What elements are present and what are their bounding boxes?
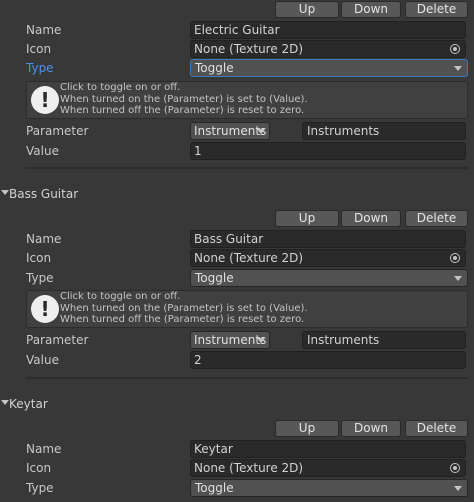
dropdown-caret-icon xyxy=(454,276,462,281)
exclamation-icon: ! xyxy=(31,86,59,114)
dropdown-caret-icon xyxy=(454,486,462,491)
move-down-button[interactable]: Down xyxy=(341,420,401,437)
control-1-icon-row: Icon None (Texture 2D) xyxy=(0,39,474,59)
control-1-name-row: Name Electric Guitar xyxy=(0,20,474,40)
type-dropdown-value: Toggle xyxy=(195,481,234,495)
exclamation-icon: ! xyxy=(31,295,59,323)
foldout-label[interactable]: Keytar xyxy=(9,396,48,412)
name-label: Name xyxy=(26,232,62,246)
object-picker-icon[interactable] xyxy=(450,253,460,263)
control-1-type-row: Type Toggle xyxy=(0,58,474,78)
type-dropdown[interactable]: Toggle xyxy=(190,479,468,497)
value-label: Value xyxy=(26,353,59,367)
parameter-popup[interactable]: Instruments xyxy=(190,331,270,349)
icon-object-field[interactable]: None (Texture 2D) xyxy=(190,459,466,477)
control-1-help-box: ! Click to toggle on or off. When turned… xyxy=(26,81,468,119)
icon-field-value: None (Texture 2D) xyxy=(194,251,304,265)
control-2-type-row: Type Toggle xyxy=(0,268,474,288)
object-picker-icon[interactable] xyxy=(450,463,460,473)
value-label: Value xyxy=(26,144,59,158)
help-text: Click to toggle on or off. When turned o… xyxy=(60,291,308,325)
move-down-button[interactable]: Down xyxy=(341,210,401,227)
delete-button[interactable]: Delete xyxy=(405,1,468,18)
dropdown-caret-icon xyxy=(257,129,265,134)
value-field[interactable]: 2 xyxy=(190,351,466,369)
dropdown-caret-icon xyxy=(454,66,462,71)
type-label: Type xyxy=(26,61,54,75)
parameter-field[interactable]: Instruments xyxy=(302,122,466,140)
type-dropdown-value: Toggle xyxy=(195,271,234,285)
parameter-popup[interactable]: Instruments xyxy=(190,122,270,140)
parameter-label: Parameter xyxy=(26,124,89,138)
type-dropdown-value: Toggle xyxy=(195,61,234,75)
name-field[interactable]: Bass Guitar xyxy=(190,230,466,248)
control-2-parameter-row: Parameter Instruments Instruments xyxy=(0,330,474,350)
divider xyxy=(26,167,468,169)
move-up-button[interactable]: Up xyxy=(275,420,339,437)
icon-label: Icon xyxy=(26,461,52,475)
type-dropdown[interactable]: Toggle xyxy=(190,59,468,77)
type-label: Type xyxy=(26,481,54,495)
control-3-button-row: Up Down Delete xyxy=(0,419,474,439)
type-label: Type xyxy=(26,271,54,285)
foldout-arrow-icon[interactable] xyxy=(1,190,9,195)
control-2-button-row: Up Down Delete xyxy=(0,209,474,229)
name-label: Name xyxy=(26,23,62,37)
value-field[interactable]: 1 xyxy=(190,142,466,160)
control-2-help-box: ! Click to toggle on or off. When turned… xyxy=(26,290,468,328)
name-label: Name xyxy=(26,442,62,456)
control-1-parameter-row: Parameter Instruments Instruments xyxy=(0,121,474,141)
name-field[interactable]: Keytar xyxy=(190,440,466,458)
control-1-button-row: Up Down Delete xyxy=(0,0,474,20)
control-3-icon-row: Icon None (Texture 2D) xyxy=(0,458,474,478)
delete-button[interactable]: Delete xyxy=(405,420,468,437)
delete-button[interactable]: Delete xyxy=(405,210,468,227)
control-1-value-row: Value 1 xyxy=(0,141,474,161)
inspector-panel: Up Down Delete Name Electric Guitar Icon… xyxy=(0,0,474,502)
icon-object-field[interactable]: None (Texture 2D) xyxy=(190,249,466,267)
foldout-arrow-icon[interactable] xyxy=(1,400,9,405)
divider xyxy=(26,377,468,379)
foldout-label[interactable]: Bass Guitar xyxy=(9,186,78,202)
control-2-name-row: Name Bass Guitar xyxy=(0,229,474,249)
move-down-button[interactable]: Down xyxy=(341,1,401,18)
icon-label: Icon xyxy=(26,42,52,56)
object-picker-icon[interactable] xyxy=(450,44,460,54)
icon-field-value: None (Texture 2D) xyxy=(194,461,304,475)
control-2-foldout[interactable]: Bass Guitar xyxy=(0,184,474,204)
icon-field-value: None (Texture 2D) xyxy=(194,42,304,56)
parameter-label: Parameter xyxy=(26,333,89,347)
control-3-name-row: Name Keytar xyxy=(0,439,474,459)
control-2-value-row: Value 2 xyxy=(0,350,474,370)
help-text: Click to toggle on or off. When turned o… xyxy=(60,82,308,116)
move-up-button[interactable]: Up xyxy=(275,1,339,18)
parameter-field[interactable]: Instruments xyxy=(302,331,466,349)
control-3-type-row: Type Toggle xyxy=(0,478,474,498)
icon-label: Icon xyxy=(26,251,52,265)
control-3-foldout[interactable]: Keytar xyxy=(0,394,474,414)
type-dropdown[interactable]: Toggle xyxy=(190,269,468,287)
icon-object-field[interactable]: None (Texture 2D) xyxy=(190,40,466,58)
name-field[interactable]: Electric Guitar xyxy=(190,21,466,39)
move-up-button[interactable]: Up xyxy=(275,210,339,227)
control-2-icon-row: Icon None (Texture 2D) xyxy=(0,248,474,268)
dropdown-caret-icon xyxy=(257,338,265,343)
